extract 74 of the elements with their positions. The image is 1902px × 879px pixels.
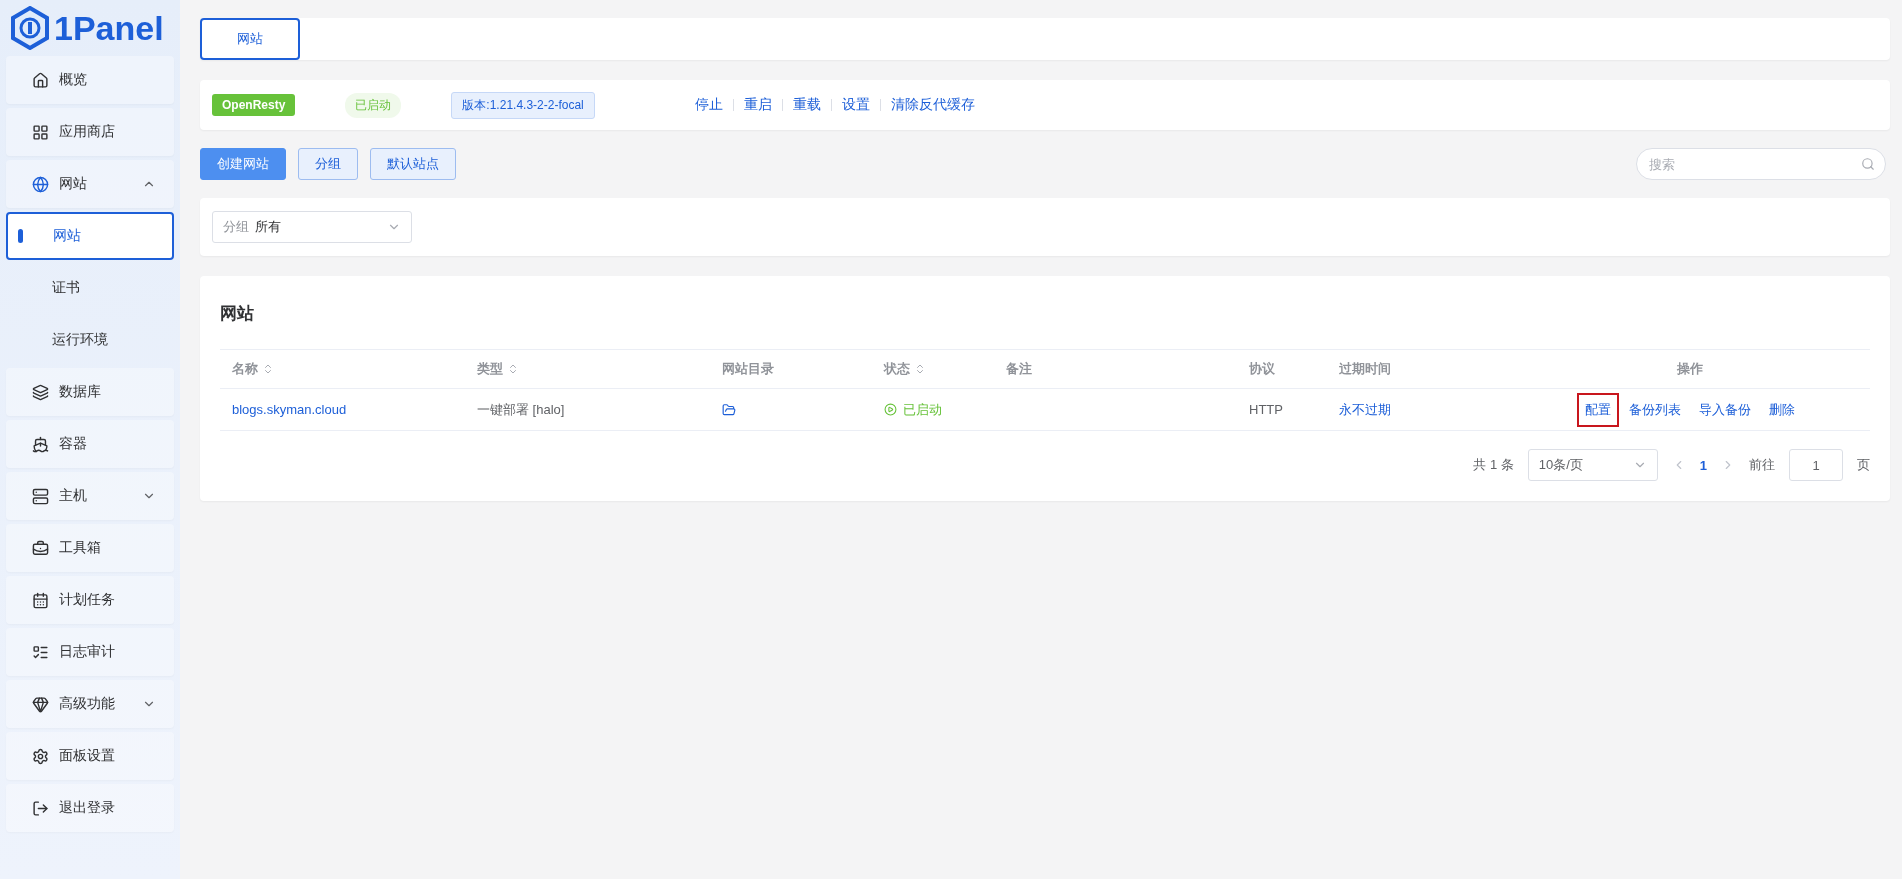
group-select[interactable]: 分组 所有 [212,211,412,243]
globe-icon [32,175,49,193]
action-link[interactable]: 清除反代缓存 [890,96,975,114]
action-link[interactable]: 重启 [743,96,772,114]
sidebar-item[interactable]: 面板设置 [6,732,174,780]
column-header[interactable]: 状态 [872,349,994,389]
sidebar-item[interactable]: 概览 [6,56,174,104]
tab[interactable]: 网站 [200,18,300,60]
server-icon [32,487,49,505]
column-header: 操作 [1510,349,1870,389]
row-action-link[interactable]: 备份列表 [1621,392,1689,427]
search-icon [1861,157,1875,171]
total-count: 共 1 条 [1473,456,1514,474]
table-cell: 一键部署 [halo] [477,400,565,419]
status-text: 已启动 [903,400,942,419]
action-link[interactable]: 重载 [792,96,821,114]
row-action-link[interactable]: 导入备份 [1691,392,1759,427]
sidebar-subitem[interactable]: 网站 [6,212,174,260]
version-tag: 版本:1.21.4.3-2-2-focal [451,91,595,119]
column-header: 网站目录 [710,349,872,389]
page-suffix: 页 [1857,456,1870,474]
toolbar-button[interactable]: 分组 [298,148,358,180]
sidebar-item[interactable]: 容器 [6,420,174,468]
toolbar-button[interactable]: 默认站点 [370,148,456,180]
column-header: 协议 [1237,349,1327,389]
sort-icon [914,363,926,375]
sidebar-item[interactable]: 日志审计 [6,628,174,676]
calendar-icon [32,591,49,609]
ship-icon [32,435,49,453]
layers-icon [32,383,49,401]
sidebar-item[interactable]: 计划任务 [6,576,174,624]
sidebar-item[interactable]: 数据库 [6,368,174,416]
sidebar-item[interactable]: 工具箱 [6,524,174,572]
status-tag: 已启动 [345,92,402,118]
row-action-link[interactable]: 配置 [1577,392,1619,427]
row-action-link[interactable]: 删除 [1761,392,1803,427]
list-icon [32,643,49,661]
sort-icon [507,363,519,375]
logo-text: 1Panel [54,8,164,48]
logo-icon [10,6,50,50]
sidebar-item[interactable]: 主机 [6,472,174,520]
column-header: 过期时间 [1327,349,1510,389]
logout-icon [32,799,49,817]
search-field[interactable]: 搜索 [1636,148,1886,180]
table-cell: HTTP [1249,402,1283,417]
site-link[interactable]: blogs.skyman.cloud [232,402,347,417]
gem-icon [32,695,49,713]
page-size-select[interactable]: 10条/页 [1527,449,1658,481]
play-icon [884,403,897,416]
briefcase-icon [32,539,49,557]
app-tag: OpenResty [212,94,296,116]
action-link[interactable]: 停止 [694,96,723,114]
expiry-link[interactable]: 永不过期 [1339,400,1391,419]
page-number[interactable]: 1 [1699,457,1707,473]
settings-icon [32,747,49,765]
grid-icon [32,123,49,141]
sidebar-subitem[interactable]: 证书 [6,264,174,312]
table-title: 网站 [220,303,255,325]
column-header[interactable]: 类型 [465,349,710,389]
column-header: 备注 [994,349,1237,389]
sidebar-subitem[interactable]: 运行环境 [6,316,174,364]
sort-icon [262,363,274,375]
column-header[interactable]: 名称 [220,349,465,389]
goto-page-field[interactable]: 1 [1789,449,1843,481]
home-icon [32,71,49,89]
sidebar-item[interactable]: 应用商店 [6,108,174,156]
folder-icon[interactable] [722,402,736,417]
sidebar-item[interactable]: 网站 [6,160,174,208]
sidebar-item[interactable]: 高级功能 [6,680,174,728]
active-indicator [18,229,23,243]
sidebar-item[interactable]: 退出登录 [6,784,174,832]
action-link[interactable]: 设置 [841,96,870,114]
create-button[interactable]: 创建网站 [200,148,286,180]
goto-label: 前往 [1749,456,1775,474]
